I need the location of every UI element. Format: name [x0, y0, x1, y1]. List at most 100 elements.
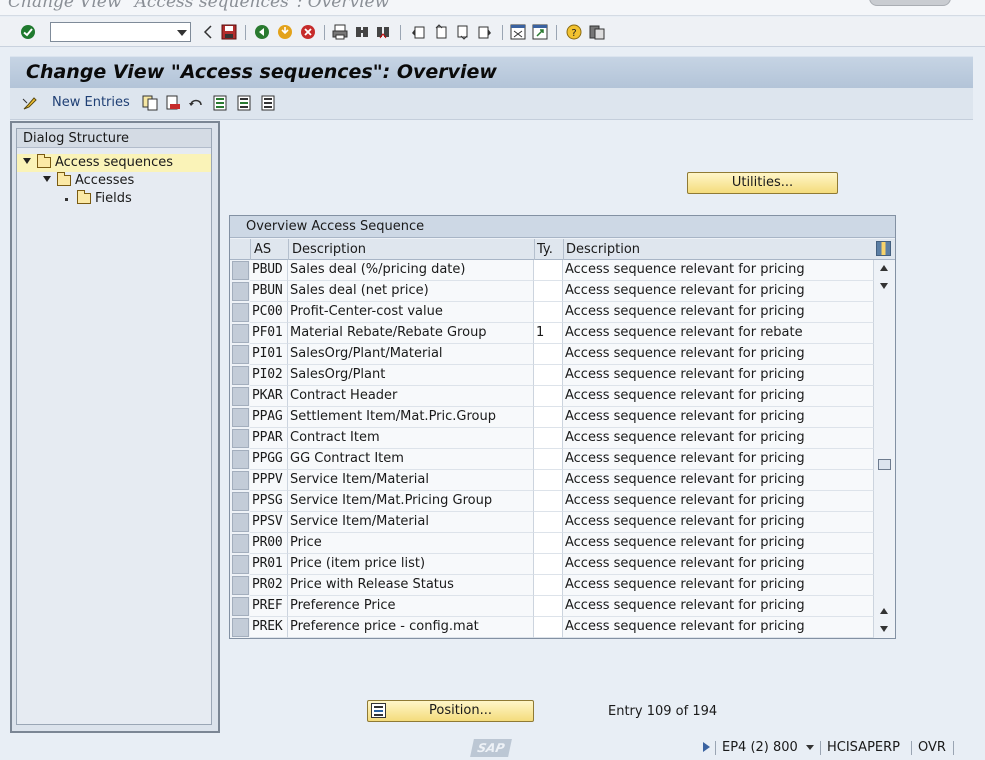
scroll-down-icon[interactable]: [880, 283, 888, 289]
cell-as[interactable]: PPAG: [250, 407, 288, 428]
cell-as[interactable]: PR02: [250, 575, 288, 596]
cell-type[interactable]: [534, 344, 563, 365]
row-selector[interactable]: [232, 534, 249, 553]
page-down-icon[interactable]: [880, 626, 888, 632]
create-session-icon[interactable]: [510, 24, 526, 40]
cell-description[interactable]: Profit-Center-cost value: [288, 302, 534, 323]
first-page-icon[interactable]: [410, 24, 426, 40]
prev-page-icon[interactable]: [432, 24, 448, 40]
cancel-icon[interactable]: [300, 24, 316, 40]
find-icon[interactable]: [354, 24, 370, 40]
delete-icon[interactable]: [165, 95, 181, 111]
row-selector[interactable]: [232, 303, 249, 322]
cell-description[interactable]: Price with Release Status: [288, 575, 534, 596]
page-up-icon[interactable]: [880, 608, 888, 614]
cell-description[interactable]: Service Item/Material: [288, 470, 534, 491]
cell-type[interactable]: [534, 449, 563, 470]
enter-icon[interactable]: [20, 24, 36, 40]
cell-description[interactable]: Sales deal (net price): [288, 281, 534, 302]
table-row[interactable]: PPAG Settlement Item/Mat.Pric.Group Access…: [230, 407, 895, 428]
cell-as[interactable]: PPSG: [250, 491, 288, 512]
tree-item-accesses[interactable]: Accesses: [17, 172, 211, 190]
back-green-icon[interactable]: [254, 24, 270, 40]
row-selector[interactable]: [232, 387, 249, 406]
select-all-icon[interactable]: [212, 95, 228, 111]
cell-type[interactable]: [534, 596, 563, 617]
row-selector[interactable]: [232, 450, 249, 469]
cell-type[interactable]: [534, 386, 563, 407]
row-selector[interactable]: [232, 429, 249, 448]
cell-as[interactable]: PPPV: [250, 470, 288, 491]
cell-type[interactable]: [534, 428, 563, 449]
cell-description[interactable]: Contract Header: [288, 386, 534, 407]
exit-icon[interactable]: [277, 24, 293, 40]
next-page-icon[interactable]: [455, 24, 471, 40]
cell-as[interactable]: PBUN: [250, 281, 288, 302]
cell-as[interactable]: PPSV: [250, 512, 288, 533]
cell-type[interactable]: [534, 260, 563, 281]
table-row[interactable]: PPSG Service Item/Mat.Pricing Group Access…: [230, 491, 895, 512]
cell-description[interactable]: Price: [288, 533, 534, 554]
cell-type[interactable]: [534, 407, 563, 428]
back-arrow-icon[interactable]: [200, 24, 216, 40]
table-row[interactable]: PREK Preference price - config.mat Access …: [230, 617, 895, 638]
row-selector[interactable]: [232, 261, 249, 280]
find-next-icon[interactable]: [375, 24, 391, 40]
row-selector[interactable]: [232, 324, 249, 343]
table-row[interactable]: PREF Preference Price Access sequence rele…: [230, 596, 895, 617]
cell-as[interactable]: PKAR: [250, 386, 288, 407]
table-row[interactable]: PKAR Contract Header Access sequence relev…: [230, 386, 895, 407]
row-selector[interactable]: [232, 408, 249, 427]
cell-description[interactable]: Price (item price list): [288, 554, 534, 575]
cell-as[interactable]: PREF: [250, 596, 288, 617]
row-selector[interactable]: [232, 555, 249, 574]
table-row[interactable]: PPGG GG Contract Item Access sequence rele…: [230, 449, 895, 470]
cell-description[interactable]: Material Rebate/Rebate Group: [288, 323, 534, 344]
cell-type[interactable]: [534, 470, 563, 491]
row-selector[interactable]: [232, 471, 249, 490]
cell-type[interactable]: [534, 281, 563, 302]
utilities-button[interactable]: Utilities...: [687, 172, 838, 194]
tree-item-access-sequences[interactable]: Access sequences: [17, 154, 211, 172]
position-button[interactable]: Position...: [367, 700, 534, 722]
cell-description[interactable]: Settlement Item/Mat.Pric.Group: [288, 407, 534, 428]
cell-as[interactable]: PF01: [250, 323, 288, 344]
cell-type[interactable]: [534, 575, 563, 596]
undo-change-icon[interactable]: [188, 95, 204, 111]
tree-item-fields[interactable]: Fields: [17, 190, 211, 208]
table-row[interactable]: PBUD Sales deal (%/pricing date) Access se…: [230, 260, 895, 281]
row-selector[interactable]: [232, 597, 249, 616]
expand-icon[interactable]: [43, 176, 51, 182]
select-block-icon[interactable]: [236, 95, 252, 111]
command-field-input[interactable]: [51, 23, 171, 41]
row-selector[interactable]: [232, 576, 249, 595]
table-row[interactable]: PPPV Service Item/Material Access sequence…: [230, 470, 895, 491]
table-row[interactable]: PPAR Contract Item Access sequence relevan…: [230, 428, 895, 449]
scrollbar-thumb[interactable]: [878, 459, 891, 470]
status-expand-icon[interactable]: [703, 742, 710, 752]
system-info-dropdown-icon[interactable]: [806, 745, 814, 750]
print-icon[interactable]: [332, 24, 348, 40]
col-header-type[interactable]: Ty.: [537, 242, 553, 257]
cell-description[interactable]: GG Contract Item: [288, 449, 534, 470]
cell-description[interactable]: SalesOrg/Plant/Material: [288, 344, 534, 365]
cell-as[interactable]: PR00: [250, 533, 288, 554]
table-row[interactable]: PI01 SalesOrg/Plant/Material Access sequen…: [230, 344, 895, 365]
cell-as[interactable]: PI02: [250, 365, 288, 386]
cell-description[interactable]: Contract Item: [288, 428, 534, 449]
cell-description[interactable]: SalesOrg/Plant: [288, 365, 534, 386]
cell-as[interactable]: PR01: [250, 554, 288, 575]
cell-as[interactable]: PPGG: [250, 449, 288, 470]
insert-mode[interactable]: OVR: [918, 740, 946, 755]
chevron-down-icon[interactable]: [177, 30, 187, 36]
row-selector[interactable]: [232, 282, 249, 301]
cell-description[interactable]: Service Item/Mat.Pricing Group: [288, 491, 534, 512]
cell-as[interactable]: PPAR: [250, 428, 288, 449]
vertical-scrollbar[interactable]: [875, 260, 893, 637]
table-row[interactable]: PR00 Price Access sequence relevant for pr…: [230, 533, 895, 554]
row-selector[interactable]: [232, 366, 249, 385]
shortcut-icon[interactable]: [532, 24, 548, 40]
table-row[interactable]: PR02 Price with Release Status Access sequ…: [230, 575, 895, 596]
cell-as[interactable]: PC00: [250, 302, 288, 323]
table-settings-icon[interactable]: [876, 241, 891, 256]
